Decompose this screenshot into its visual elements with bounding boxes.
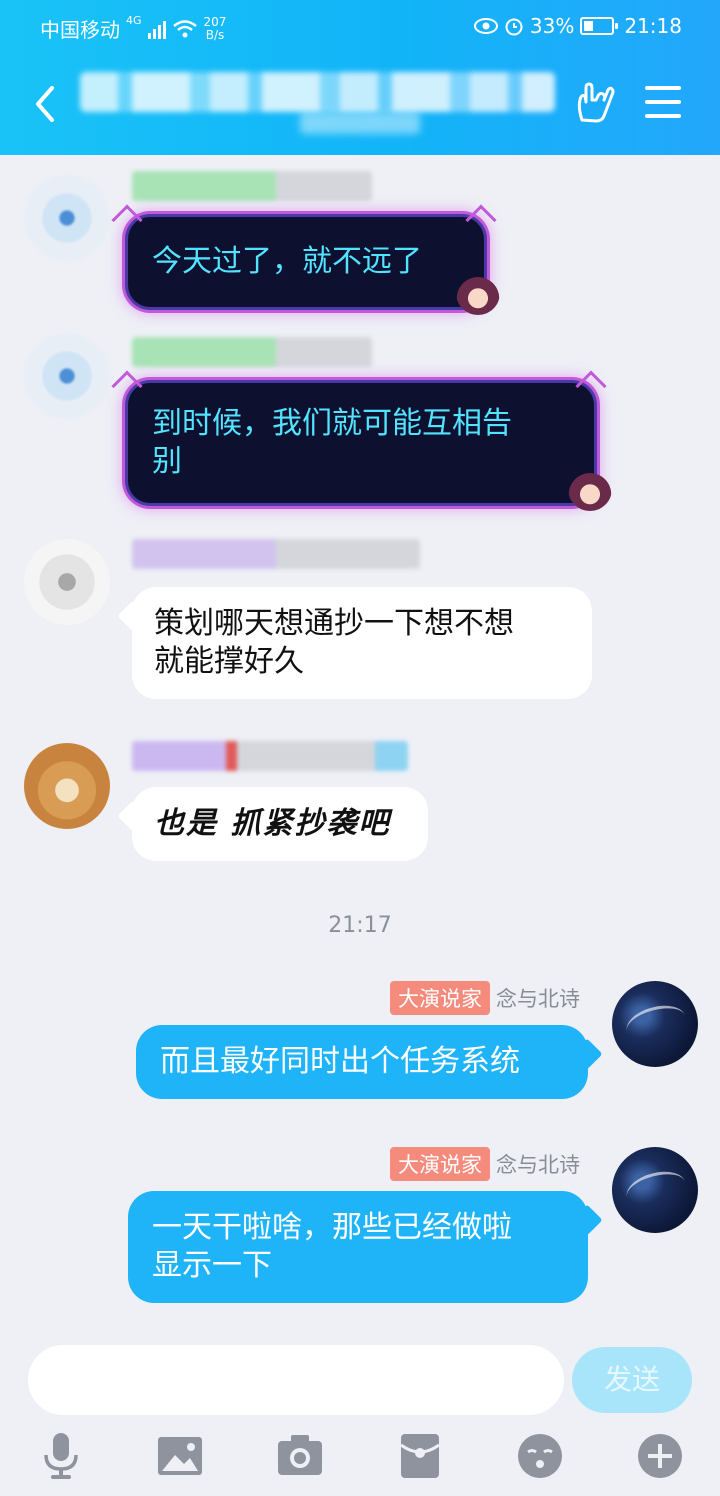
battery-icon [580,17,619,35]
message-bubble[interactable]: 也是 抓紧抄袭吧 [132,787,428,861]
avatar[interactable] [24,743,110,829]
sender-meta: 大演说家 念与北诗 [390,981,580,1015]
camera-icon[interactable] [275,1431,325,1481]
menu-icon[interactable] [645,86,681,118]
status-bar: 中国移动 4G 207 B/s 33% 21:18 [0,0,720,56]
message-bubble[interactable]: 一天干啦啥，那些已经做啦 显示一下 [128,1191,588,1303]
eye-icon [473,18,498,34]
sender-name-redacted [132,539,420,569]
title-badge: 大演说家 [390,981,490,1015]
send-button[interactable]: 发送 [572,1347,692,1413]
emoji-icon[interactable] [515,1431,565,1481]
image-icon[interactable] [155,1431,205,1481]
message-text: 也是 抓紧抄袭吧 [154,806,391,841]
timestamp: 21:17 [328,913,392,938]
toolbar [0,1431,720,1483]
hand-gesture-icon[interactable] [572,80,616,124]
message-text-line: 到时候，我们就可能互相告 [152,406,512,441]
carrier-name: 中国移动 [40,18,120,42]
microphone-icon[interactable] [36,1431,86,1481]
avatar[interactable] [24,539,110,625]
message-bubble[interactable]: 到时候，我们就可能互相告 别 [128,383,594,503]
sender-name: 念与北诗 [496,987,580,1011]
input-bar: 发送 [0,1335,720,1496]
message-text-line: 策划哪天想通抄一下想不想 [154,606,514,641]
message-text-line: 别 [152,444,182,479]
battery-percent: 33% [529,14,575,38]
chibi-sticker-icon [456,271,500,315]
network-speed: 207 B/s [203,14,227,42]
chat-header: 中国移动 4G 207 B/s 33% 21:18 [0,0,720,155]
plus-icon[interactable] [635,1431,685,1481]
sender-name-redacted [132,171,372,201]
message-text-line: 就能撑好久 [154,644,304,679]
sender-name-redacted [132,741,408,771]
sender-name: 念与北诗 [496,1153,580,1177]
clock: 21:18 [624,14,682,38]
message-text: 而且最好同时出个任务系统 [160,1044,520,1079]
sender-meta: 大演说家 念与北诗 [390,1147,580,1181]
message-input[interactable] [28,1345,564,1415]
my-avatar[interactable] [612,1147,698,1233]
avatar[interactable] [24,175,110,261]
chat-subtitle-redacted [300,112,420,134]
back-arrow-icon[interactable] [30,84,64,124]
red-packet-icon[interactable] [395,1431,445,1481]
chat-title-redacted [80,72,555,112]
message-bubble[interactable]: 而且最好同时出个任务系统 [136,1025,588,1099]
wifi-icon [172,19,197,37]
message-list: 今天过了，就不远了 到时候，我们就可能互相告 别 策划哪天想通抄一下想不想 就能… [0,155,720,1335]
alarm-icon [505,18,523,36]
sender-name-redacted [132,337,372,367]
my-avatar[interactable] [612,981,698,1067]
signal-icon [147,19,166,39]
message-bubble[interactable]: 策划哪天想通抄一下想不想 就能撑好久 [132,587,592,699]
chibi-sticker-icon [568,467,612,511]
message-bubble[interactable]: 今天过了，就不远了 [128,217,484,307]
message-text-line: 显示一下 [152,1248,272,1283]
network-type: 4G [126,14,142,27]
message-text-line: 一天干啦啥，那些已经做啦 [152,1210,512,1245]
avatar[interactable] [24,333,110,419]
message-text: 今天过了，就不远了 [152,244,422,279]
title-badge: 大演说家 [390,1147,490,1181]
